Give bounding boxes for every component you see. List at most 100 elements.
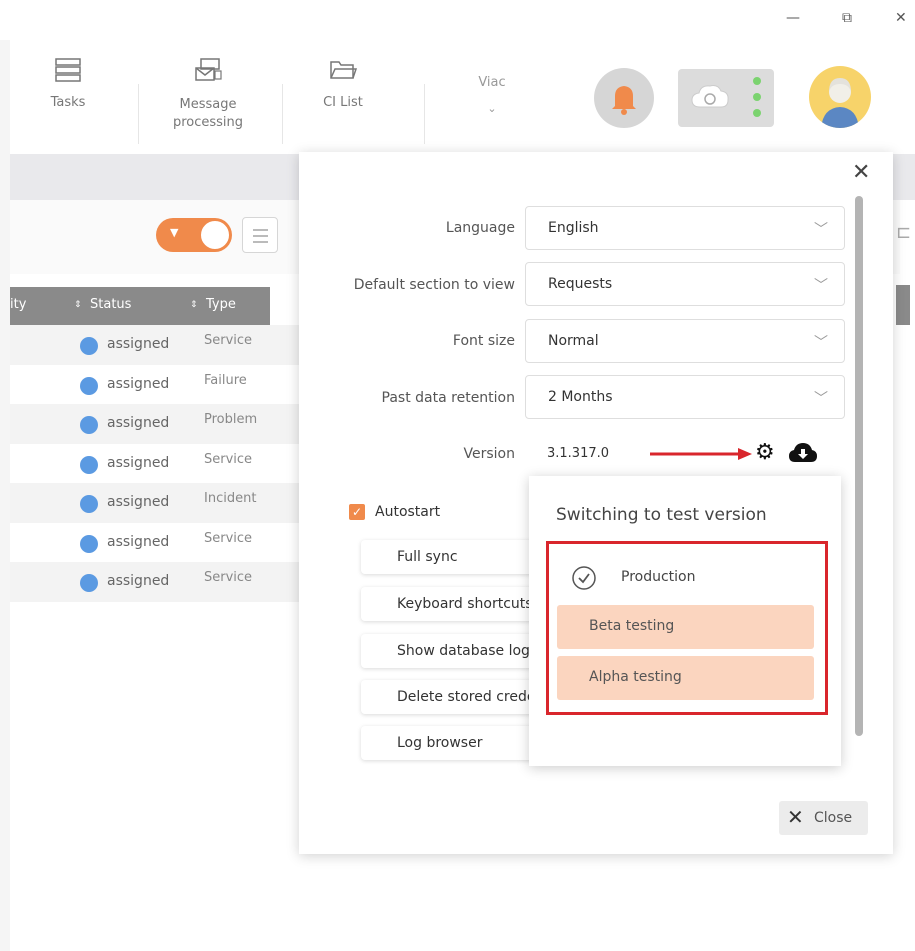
toggle-knob <box>200 220 230 250</box>
restore-icon[interactable]: ⧉ <box>842 10 852 26</box>
notifications-button[interactable] <box>594 68 654 128</box>
left-pane-edge <box>0 40 10 951</box>
keyboard-shortcuts-button[interactable]: Keyboard shortcuts <box>361 587 541 621</box>
row-type: Incident <box>204 491 257 506</box>
status-dot <box>80 495 98 513</box>
row-type: Service <box>204 570 253 585</box>
table-row[interactable]: assigned Incident <box>10 483 300 523</box>
language-value: English <box>548 220 599 236</box>
sort-icon: ⇕ <box>74 300 82 310</box>
default-section-value: Requests <box>548 276 613 292</box>
menu-lines-icon <box>253 235 268 237</box>
show-database-log-button[interactable]: Show database log <box>361 634 541 668</box>
language-label: Language <box>445 220 515 236</box>
chevron-down-icon: ﹀ <box>814 222 828 238</box>
log-browser-button[interactable]: Log browser <box>361 726 541 760</box>
row-status: assigned <box>107 336 170 352</box>
close-window-icon[interactable]: ✕ <box>895 10 907 26</box>
column-header-priority[interactable]: ity <box>10 297 26 312</box>
row-status: assigned <box>107 573 170 589</box>
keyboard-shortcuts-label: Keyboard shortcuts <box>397 596 533 612</box>
column-header-type[interactable]: Type <box>206 297 236 312</box>
toolbar-more-dropdown[interactable]: Viac ⌄ <box>462 74 522 118</box>
row-status: assigned <box>107 375 170 392</box>
toolbar-ci-list-label: CI List <box>323 95 363 110</box>
table-row[interactable]: assigned Failure <box>10 365 300 405</box>
row-type: Failure <box>204 372 247 388</box>
row-status: assigned <box>107 494 170 510</box>
full-sync-button[interactable]: Full sync <box>361 540 541 574</box>
show-database-log-label: Show database log <box>397 643 530 659</box>
row-status: assigned <box>107 533 170 550</box>
font-size-select[interactable]: Normal ﹀ <box>525 319 845 363</box>
popup-title: Switching to test version <box>556 505 767 525</box>
annotation-highlight-box <box>546 541 828 715</box>
sort-icon: ⇕ <box>190 300 198 310</box>
avatar[interactable] <box>809 66 871 128</box>
right-header-edge <box>896 285 910 325</box>
column-header-status[interactable]: Status <box>90 297 131 312</box>
annotation-arrow <box>650 448 752 460</box>
message-processing-icon <box>195 58 222 81</box>
retention-select[interactable]: 2 Months ﹀ <box>525 375 845 419</box>
table-row[interactable]: assigned Service <box>10 523 300 563</box>
toolbar-message-processing[interactable]: Message processing <box>160 58 256 132</box>
bell-icon <box>612 86 636 115</box>
status-dot <box>80 416 98 434</box>
table-row[interactable]: assigned Service <box>10 444 300 484</box>
dialog-scrollbar[interactable] <box>855 196 863 736</box>
export-icon[interactable]: ⊏ <box>896 222 911 243</box>
folder-icon <box>330 61 357 79</box>
toolbar-ci-list[interactable]: CI List <box>310 58 376 112</box>
version-value: 3.1.317.0 <box>547 446 610 461</box>
status-dot <box>80 574 98 592</box>
toolbar-separator <box>424 84 425 144</box>
table-row[interactable]: assigned Service <box>10 325 300 365</box>
chevron-down-icon: ﹀ <box>814 391 828 407</box>
autostart-checkbox[interactable]: ✓ <box>349 504 365 520</box>
retention-value: 2 Months <box>548 389 613 405</box>
font-size-label: Font size <box>452 333 515 349</box>
full-sync-label: Full sync <box>397 549 458 565</box>
gear-icon[interactable]: ⚙ <box>755 440 775 465</box>
default-section-label: Default section to view <box>353 277 515 293</box>
row-status: assigned <box>107 454 170 471</box>
dialog-close-icon[interactable]: ✕ <box>852 160 870 185</box>
toolbar-tasks-label: Tasks <box>50 95 86 110</box>
row-status: assigned <box>107 415 170 431</box>
chevron-down-icon: ⌄ <box>487 102 497 115</box>
user-avatar-icon <box>821 78 859 128</box>
table-row[interactable]: assigned Service <box>10 562 300 602</box>
default-section-select[interactable]: Requests ﹀ <box>525 262 845 306</box>
toolbar-message-label-2: processing <box>172 115 244 130</box>
cloud-download-icon[interactable] <box>788 441 818 465</box>
toolbar-separator <box>138 84 139 144</box>
row-type: Problem <box>204 412 258 427</box>
close-button[interactable]: ✕ Close <box>779 801 868 835</box>
filter-funnel-icon: ▼ <box>170 226 179 239</box>
list-view-button[interactable] <box>242 217 278 253</box>
autostart-label: Autostart <box>375 504 441 520</box>
table-row[interactable]: assigned Problem <box>10 404 300 444</box>
toolbar-more-label: Viac <box>478 75 506 90</box>
table-header: ity ⇕ Status ⇕ Type <box>10 287 270 325</box>
menu-lines-icon <box>253 229 268 231</box>
menu-lines-icon <box>253 241 268 243</box>
version-label: Version <box>463 446 515 462</box>
chevron-down-icon: ﹀ <box>814 335 828 351</box>
toolbar-tasks[interactable]: Tasks <box>40 58 96 112</box>
status-dot <box>80 534 98 553</box>
row-type: Service <box>204 530 253 546</box>
font-size-value: Normal <box>548 333 599 349</box>
row-type: Service <box>204 333 253 348</box>
language-select[interactable]: English ﹀ <box>525 206 845 250</box>
log-browser-label: Log browser <box>397 735 483 751</box>
cloud-sync-status[interactable] <box>678 69 774 127</box>
cloud-sync-icon <box>691 77 761 117</box>
status-dot <box>80 376 98 395</box>
minimize-icon[interactable]: — <box>786 10 800 26</box>
request-table: assigned Service assigned Failure assigned… <box>10 325 300 602</box>
toolbar-message-label-1: Message <box>179 97 237 112</box>
chevron-down-icon: ﹀ <box>814 278 828 294</box>
delete-credentials-button[interactable]: Delete stored credentials <box>361 680 541 714</box>
